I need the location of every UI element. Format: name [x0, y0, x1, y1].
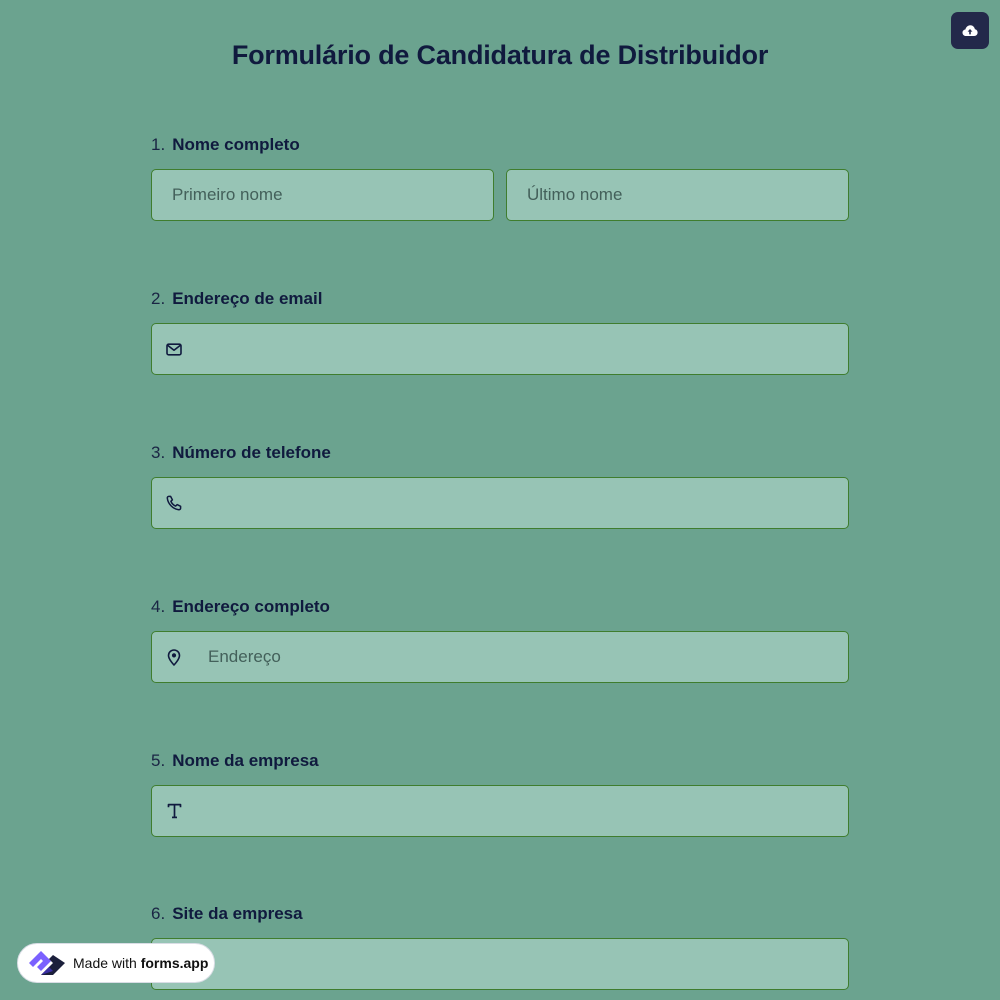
first-name-field[interactable]: [151, 169, 494, 221]
company-website-input[interactable]: [152, 939, 848, 989]
address-field[interactable]: [151, 631, 849, 683]
company-website-field[interactable]: [151, 938, 849, 990]
question-email: 2. Endereço de email: [151, 288, 849, 375]
question-number: 3.: [151, 443, 166, 462]
question-number: 5.: [151, 751, 166, 770]
question-label: 1. Nome completo: [151, 134, 849, 156]
envelope-icon: [166, 341, 182, 357]
question-full-name: 1. Nome completo: [151, 134, 849, 221]
question-text: Endereço completo: [172, 597, 330, 616]
phone-field[interactable]: [151, 477, 849, 529]
last-name-input[interactable]: [507, 170, 848, 220]
forms-app-logo-icon: [27, 946, 67, 980]
question-number: 1.: [151, 135, 166, 154]
email-field[interactable]: [151, 323, 849, 375]
question-label: 5. Nome da empresa: [151, 750, 849, 772]
address-input[interactable]: [200, 632, 848, 682]
question-text: Endereço de email: [172, 289, 323, 308]
brand-name: forms.app: [140, 955, 209, 971]
question-text: Nome completo: [172, 135, 300, 154]
question-number: 6.: [151, 904, 166, 923]
form-title: Formulário de Candidatura de Distribuido…: [231, 40, 769, 70]
question-text: Número de telefone: [172, 443, 331, 462]
question-company-name: 5. Nome da empresa: [151, 750, 849, 837]
first-name-input[interactable]: [152, 170, 493, 220]
location-pin-icon: [166, 648, 182, 666]
last-name-field[interactable]: [506, 169, 849, 221]
made-with-badge[interactable]: Made with forms.app: [17, 943, 215, 983]
made-with-text: Made with forms.app: [73, 955, 209, 971]
question-company-website: 6. Site da empresa: [151, 903, 849, 990]
question-label: 2. Endereço de email: [151, 288, 849, 310]
company-name-field[interactable]: [151, 785, 849, 837]
phone-icon: [166, 495, 182, 511]
question-text: Nome da empresa: [172, 751, 319, 770]
question-phone: 3. Número de telefone: [151, 442, 849, 529]
question-address: 4. Endereço completo: [151, 596, 849, 683]
question-label: 4. Endereço completo: [151, 596, 849, 618]
cloud-upload-icon: [962, 24, 978, 38]
company-name-input[interactable]: [200, 786, 848, 836]
question-number: 2.: [151, 289, 166, 308]
email-input[interactable]: [200, 324, 848, 374]
question-number: 4.: [151, 597, 166, 616]
question-text: Site da empresa: [172, 904, 303, 923]
question-label: 6. Site da empresa: [151, 903, 849, 925]
phone-input[interactable]: [200, 478, 848, 528]
text-icon: [166, 803, 182, 819]
question-label: 3. Número de telefone: [151, 442, 849, 464]
